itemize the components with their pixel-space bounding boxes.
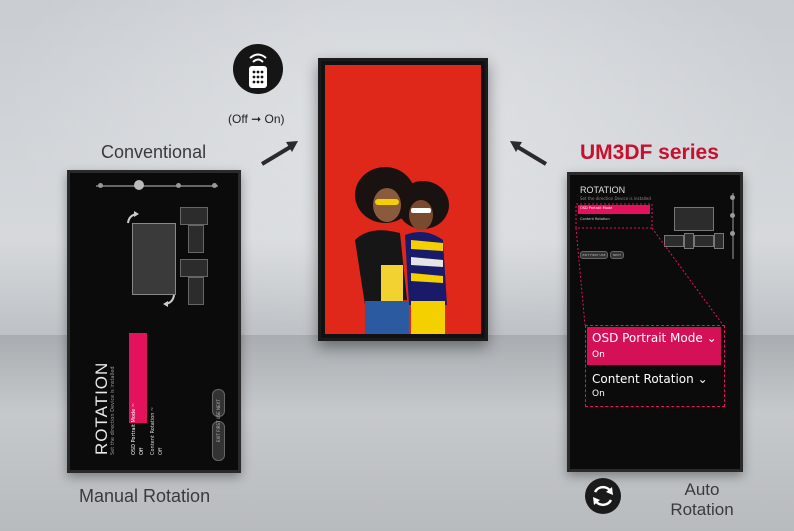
orientation-preview (132, 223, 176, 295)
progress-dot (212, 183, 217, 188)
auto-rotation-display: ROTATION Set the direction Device is ins… (567, 172, 743, 472)
chevron-down-icon: ⌄ (697, 372, 708, 386)
remote-control-icon (233, 44, 283, 94)
left-exit-button[interactable]: EXIT FIRST USE (212, 411, 225, 461)
left-screen-title: ROTATION (92, 361, 111, 455)
progress-dot (98, 183, 103, 188)
remote-caption: (Off ➞ On) (228, 112, 285, 126)
auto-rotation-label: Auto Rotation (670, 480, 734, 519)
progress-dot (176, 183, 181, 188)
left-osd-label[interactable]: OSD Portrait Mode ~ (131, 403, 137, 455)
orientation-thumb (188, 277, 204, 305)
conventional-label: Conventional (101, 142, 207, 162)
orientation-thumb (180, 259, 208, 277)
arrow-up-left-icon (510, 141, 548, 166)
zoom-content-value: On (592, 389, 605, 399)
portrait-display (318, 58, 488, 341)
progress-track (96, 185, 218, 187)
orientation-thumb (188, 225, 204, 253)
progress-dot-active (134, 180, 144, 190)
photo-two-women (325, 65, 481, 334)
arrow-up-right-icon (260, 141, 298, 166)
orientation-thumb (180, 207, 208, 225)
left-osd-value: Off (139, 447, 145, 455)
manual-rotation-label: Manual Rotation (79, 486, 211, 506)
series-name: UM3DF series (580, 141, 719, 164)
auto-rotate-icon (585, 478, 621, 514)
left-content-value: Off (158, 447, 164, 455)
manual-rotation-display: ROTATION Set the direction Device is ins… (67, 170, 241, 473)
chevron-down-icon: ⌄ (706, 331, 717, 345)
left-content-label[interactable]: Content Rotation ~ (150, 407, 156, 455)
left-screen-subtitle: Set the direction Device is installed (110, 366, 116, 455)
zoom-osd-item[interactable]: OSD Portrait Mode ⌄ On (587, 327, 721, 365)
zoom-osd-value: On (592, 350, 605, 360)
zoom-guide-lines (575, 203, 724, 326)
rotate-arrow-icon (163, 294, 175, 307)
